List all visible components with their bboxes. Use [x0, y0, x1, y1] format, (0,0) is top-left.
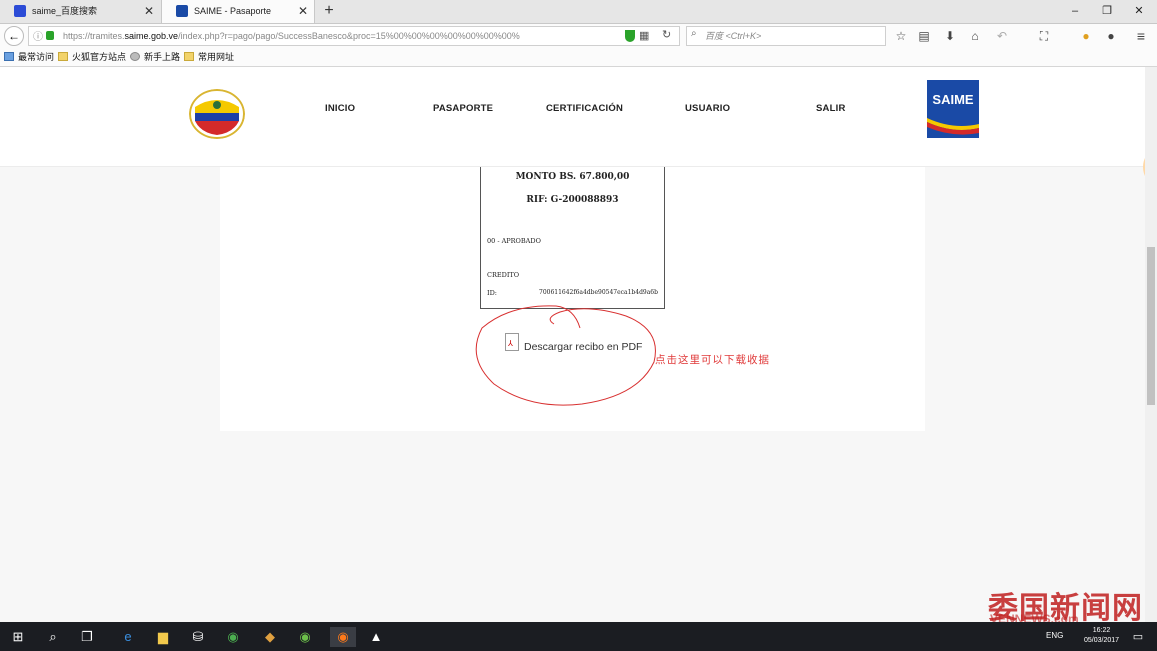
- menu-usuario[interactable]: USUARIO: [685, 103, 730, 114]
- baidu-favicon-icon: [14, 5, 26, 17]
- system-clock[interactable]: 16:22 05/03/2017: [1084, 626, 1119, 646]
- reading-list-icon[interactable]: ▤: [916, 28, 932, 44]
- windows-taskbar: ⊞ ⌕ ❐ e ▆ ⛁ ◉ ◆ ◉ ◉ ▲ ENG 16:22 05/03/20…: [0, 622, 1157, 651]
- bookmark-common-sites[interactable]: 常用网址: [184, 48, 234, 66]
- tab-strip: saime_百度搜索 ✕ SAIME - Pasaporte ✕ + – ❐ ✕: [0, 0, 1157, 24]
- bookmark-icon: [4, 52, 14, 61]
- bookmark-star-icon[interactable]: ☆: [893, 28, 909, 44]
- chrome-icon[interactable]: ◉: [223, 627, 243, 647]
- bookmark-firefox-site[interactable]: 火狐官方站点: [58, 48, 126, 66]
- download-annotation: 点击这里可以下载收据: [655, 354, 770, 366]
- search-icon: ⌕: [691, 28, 697, 39]
- saime-brand-logo: SAIME: [927, 80, 979, 138]
- menu-salir[interactable]: SALIR: [816, 103, 846, 114]
- search-icon[interactable]: ⌕: [43, 627, 63, 647]
- page-scrollbar[interactable]: [1145, 67, 1157, 622]
- download-pdf-link[interactable]: Descargar recibo en PDF: [524, 341, 642, 353]
- saime-flag-stripes: [927, 118, 979, 135]
- venezuela-seal-logo: [189, 89, 245, 139]
- lock-icon: [46, 31, 54, 40]
- file-explorer-icon[interactable]: ▆: [153, 627, 173, 647]
- close-window-button[interactable]: ✕: [1124, 0, 1154, 23]
- bookmarks-bar: 最常访问 火狐官方站点 新手上路 常用网址: [0, 48, 1157, 67]
- reload-icon[interactable]: ↻: [662, 28, 671, 41]
- tab-close-icon[interactable]: ✕: [298, 0, 308, 23]
- bookmark-most-visited[interactable]: 最常访问: [4, 48, 54, 66]
- receipt-payment-type: CREDITO: [487, 271, 520, 279]
- globe-icon: [130, 52, 140, 61]
- clock-date: 05/03/2017: [1084, 637, 1120, 644]
- saime-favicon-icon: [176, 5, 188, 17]
- edge-browser-icon[interactable]: e: [118, 627, 138, 647]
- photos-icon[interactable]: ▲: [366, 627, 386, 647]
- receipt-status: 00 - APROBADO: [487, 237, 541, 245]
- tab-label: saime_百度搜索: [32, 6, 98, 16]
- scrollbar-thumb[interactable]: [1147, 247, 1155, 405]
- menu-inicio[interactable]: INICIO: [325, 103, 355, 114]
- menu-pasaporte[interactable]: PASAPORTE: [433, 103, 493, 114]
- hand-drawn-circle-annotation: [475, 305, 656, 406]
- receipt-id-value: 700611642f6a4dbe90547eca1b4d9a6b: [539, 289, 658, 296]
- app-green-icon[interactable]: ◉: [295, 627, 315, 647]
- tab-baidu-search[interactable]: saime_百度搜索 ✕: [0, 0, 160, 23]
- minimize-button[interactable]: –: [1060, 0, 1090, 23]
- payment-receipt: MONTO BS. 67.800,00 RIF: G-200088893 00 …: [480, 167, 665, 309]
- tab-close-icon[interactable]: ✕: [144, 0, 154, 23]
- navigation-bar: ← ⓘ https://tramites.saime.gob.ve/index.…: [0, 24, 1157, 48]
- extension-icon[interactable]: ●: [1078, 28, 1094, 44]
- menu-hamburger-icon[interactable]: ≡: [1133, 28, 1149, 44]
- firefox-icon[interactable]: ◉: [330, 627, 356, 647]
- url-bar[interactable]: ⓘ https://tramites.saime.gob.ve/index.ph…: [28, 26, 680, 46]
- menu-certificacion[interactable]: CERTIFICACIÓN: [546, 103, 623, 114]
- maximize-button[interactable]: ❐: [1092, 0, 1122, 23]
- language-indicator[interactable]: ENG: [1046, 631, 1063, 640]
- search-placeholder: 百度 <Ctrl+K>: [705, 31, 762, 41]
- folder-icon: [184, 52, 194, 61]
- receipt-rif: RIF: G-200088893: [526, 195, 619, 205]
- qr-code-icon[interactable]: ▦: [639, 29, 649, 42]
- new-tab-button[interactable]: +: [318, 0, 340, 23]
- tab-saime-pasaporte[interactable]: SAIME - Pasaporte ✕: [161, 0, 315, 23]
- folder-icon: [58, 52, 68, 61]
- pdf-file-icon[interactable]: ⅄: [505, 333, 519, 351]
- shield-icon[interactable]: [625, 30, 635, 42]
- clock-time: 16:22: [1092, 627, 1111, 634]
- saime-brand-text: SAIME: [932, 92, 974, 107]
- search-input[interactable]: ⌕ 百度 <Ctrl+K>: [686, 26, 886, 46]
- home-icon[interactable]: ⌂: [967, 28, 983, 44]
- crop-icon[interactable]: ⛶: [1036, 28, 1052, 44]
- download-icon[interactable]: ⬇: [942, 28, 958, 44]
- bookmark-getting-started[interactable]: 新手上路: [130, 48, 180, 66]
- undo-icon[interactable]: ↶: [994, 28, 1010, 44]
- back-button[interactable]: ←: [4, 26, 24, 46]
- info-icon[interactable]: ⓘ: [33, 28, 43, 43]
- receipt-id-label: ID:: [487, 289, 497, 297]
- receipt-amount: MONTO BS. 67.800,00: [515, 172, 630, 182]
- pdf-glyph-icon: ⅄: [508, 339, 513, 348]
- package-icon[interactable]: ◆: [260, 627, 280, 647]
- store-icon[interactable]: ⛁: [188, 627, 208, 647]
- notification-icon[interactable]: ▭: [1128, 627, 1148, 647]
- tab-label: SAIME - Pasaporte: [194, 6, 272, 16]
- windows-start-icon[interactable]: ⊞: [8, 627, 28, 647]
- chat-icon[interactable]: ●: [1103, 28, 1119, 44]
- url-text: https://tramites.saime.gob.ve/index.php?…: [63, 31, 520, 41]
- task-view-icon[interactable]: ❐: [77, 627, 97, 647]
